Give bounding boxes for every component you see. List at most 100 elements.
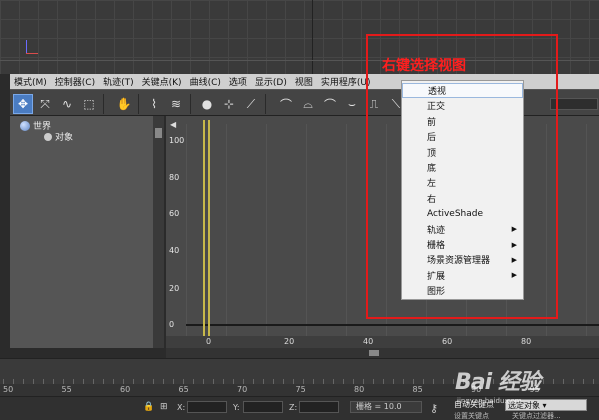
y-axis-label: 80 [169, 173, 180, 182]
tree-scrollbar[interactable] [153, 116, 164, 348]
tangent-auto-icon[interactable]: ⌒ [276, 94, 296, 114]
context-menu-item-label: 轨迹 [427, 225, 446, 236]
z-coord-label: Z: [289, 403, 298, 412]
slide-key-icon[interactable]: ⟋ [241, 94, 261, 114]
scrollbar-thumb[interactable] [155, 128, 162, 138]
context-menu-item[interactable]: 正交 [402, 98, 523, 113]
timeline-label: 75 [295, 385, 306, 394]
context-menu-item[interactable]: 栅格 ▶ [402, 237, 523, 252]
tangent-custom-icon[interactable]: ⌓ [298, 94, 318, 114]
selection-mode-icon[interactable]: ⊞ [160, 402, 168, 412]
scrollbar-thumb[interactable] [369, 350, 379, 356]
tree-item-label: 对象 [55, 133, 74, 143]
tree-item-objects[interactable]: 对象 [44, 130, 73, 143]
lock-icon[interactable]: 🔒 [143, 402, 154, 412]
context-menu-item-label: 右 [427, 194, 437, 205]
x-coord-field[interactable] [187, 401, 227, 413]
move-keys-icon[interactable]: ✥ [13, 94, 33, 114]
submenu-arrow-icon: ▶ [511, 225, 517, 234]
context-menu-item[interactable]: 后 [402, 129, 523, 144]
filter-curve-icon[interactable]: ⌇ [144, 94, 164, 114]
context-menu-item[interactable]: 右 [402, 191, 523, 206]
draw-curves-icon[interactable]: ∿ [57, 94, 77, 114]
y-axis-label: 100 [169, 136, 185, 145]
context-menu-item-label: 正交 [427, 102, 446, 113]
graph-horizontal-scrollbar[interactable] [166, 348, 599, 358]
context-menu-item-label: 底 [427, 164, 437, 174]
time-slider-line[interactable] [203, 120, 205, 344]
collapse-arrow-icon[interactable]: ◀ [170, 120, 176, 129]
context-menu-item[interactable]: 透视 [402, 83, 523, 98]
zero-line [186, 324, 599, 326]
menu-item[interactable]: 模式(M) [10, 75, 51, 88]
context-menu-item-label: 前 [427, 117, 437, 128]
menu-item[interactable]: 曲线(C) [186, 75, 225, 88]
add-key-icon[interactable]: ⊹ [219, 94, 239, 114]
context-menu-item-label: 扩展 [427, 271, 446, 282]
context-menu-item-label: ActiveShade [427, 208, 484, 219]
context-menu-item-label: 透视 [428, 87, 447, 97]
context-menu-item[interactable]: 顶 [402, 145, 523, 160]
objects-icon [44, 132, 52, 141]
toolbar-separator [190, 94, 191, 114]
y-coord-label: Y: [233, 403, 240, 412]
timeline-label: 55 [61, 385, 72, 394]
timeline-label: 70 [237, 385, 248, 394]
timeline-label: 80 [354, 385, 365, 394]
submenu-arrow-icon: ▶ [511, 271, 517, 280]
watermark: Bai 经验 jingyan.baidu.com [455, 364, 595, 414]
submenu-arrow-icon: ▶ [511, 255, 517, 264]
z-coord-field[interactable] [299, 401, 339, 413]
menu-item[interactable]: 轨迹(T) [99, 75, 138, 88]
watermark-url: jingyan.baidu.com [457, 397, 522, 405]
pan-hand-icon[interactable]: ✋ [114, 94, 134, 114]
x-axis-label: 60 [442, 337, 453, 346]
time-slider-line[interactable] [208, 120, 210, 344]
menu-item[interactable]: 显示(D) [251, 75, 291, 88]
tangent-slow-icon[interactable]: ⌣ [342, 94, 362, 114]
toolbar-separator [138, 94, 139, 114]
x-axis-label: 80 [521, 337, 532, 346]
context-menu-item[interactable]: 左 [402, 175, 523, 190]
context-menu-item[interactable]: ActiveShade [402, 206, 523, 221]
context-menu-item-label: 后 [427, 133, 437, 144]
x-coord-label: X: [177, 403, 186, 412]
context-menu-item[interactable]: 图形 [402, 283, 523, 298]
watermark-brand: Bai 经验 [455, 370, 541, 395]
x-axis-label: 0 [206, 337, 212, 346]
context-menu-item[interactable]: 轨迹 ▶ [402, 222, 523, 237]
select-region-icon[interactable]: ⬚ [79, 94, 99, 114]
context-menu-item[interactable]: 扩展 ▶ [402, 268, 523, 283]
y-axis-label: 0 [169, 320, 175, 329]
context-menu-item[interactable]: 底 [402, 160, 523, 175]
menu-item[interactable]: 控制器(C) [51, 75, 99, 88]
submenu-arrow-icon: ▶ [511, 240, 517, 249]
tangent-fast-icon[interactable]: ⌒ [320, 94, 340, 114]
toolbar-separator [265, 94, 266, 114]
graph-time-ruler: 0 20 40 60 80 [166, 336, 599, 348]
context-menu-item[interactable]: 前 [402, 114, 523, 129]
timeline-label: 50 [3, 385, 14, 394]
context-menu-item-label: 顶 [427, 148, 437, 159]
x-axis-label: 40 [363, 337, 374, 346]
context-menu-item-label: 左 [427, 179, 437, 190]
y-coord-field[interactable] [243, 401, 283, 413]
key-icon[interactable]: ⚷ [430, 402, 438, 415]
menu-item[interactable]: 关键点(K) [138, 75, 186, 88]
menu-item[interactable]: 选项 [225, 75, 251, 88]
y-axis-label: 20 [169, 284, 180, 293]
curve-view-icon[interactable]: ≋ [166, 94, 186, 114]
context-menu: 透视 正交前后顶底左右 ActiveShade 轨迹 ▶ 栅格 ▶ 场景资源管理器 ▶ 扩展 ▶ 图形 [401, 80, 524, 300]
controller-tree[interactable]: 世界 对象 [10, 116, 163, 348]
y-axis-label: 40 [169, 246, 180, 255]
context-menu-item[interactable]: 场景资源管理器 ▶ [402, 252, 523, 267]
move-keys-horizontal-icon[interactable]: ⤧ [35, 94, 55, 114]
timeline-label: 65 [178, 385, 189, 394]
menu-item[interactable]: 视图 [291, 75, 317, 88]
x-axis-label: 20 [284, 337, 295, 346]
key-pointer-icon[interactable]: ● [197, 94, 217, 114]
axis-gizmo-icon [24, 40, 38, 54]
viewport-divider [312, 0, 313, 74]
annotation-text: 右键选择视图 [382, 58, 466, 74]
y-axis-label: 60 [169, 209, 180, 218]
